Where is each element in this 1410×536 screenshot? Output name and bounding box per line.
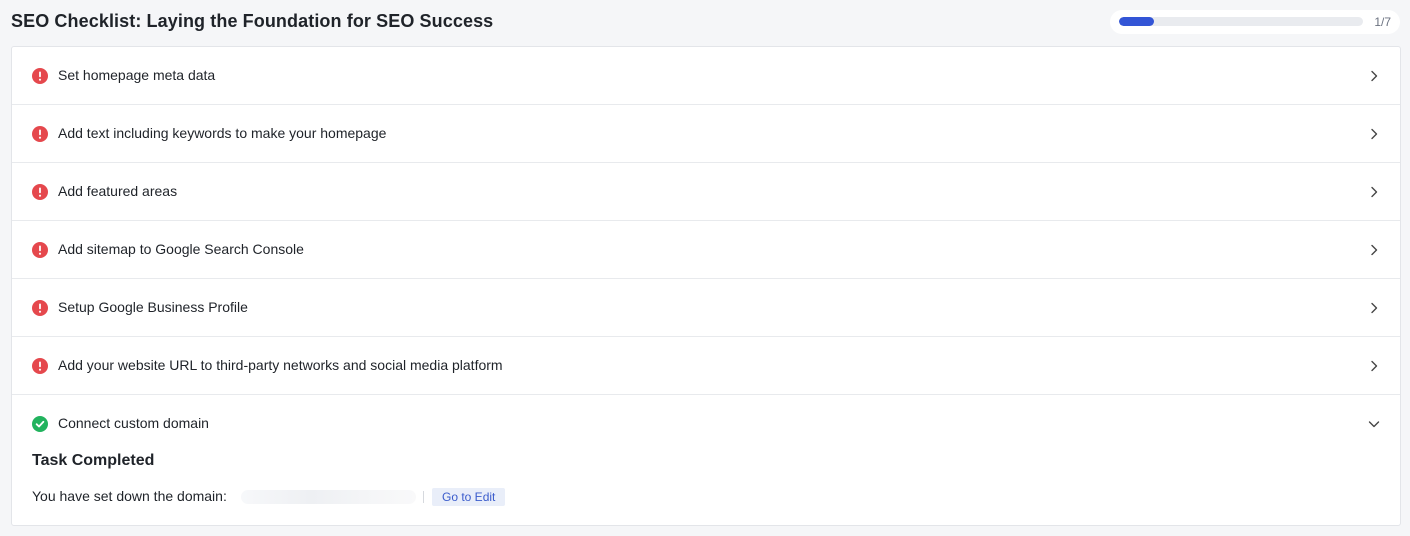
checklist-item-third-party-networks[interactable]: Add your website URL to third-party netw… [12,337,1400,395]
checklist-item-business-profile[interactable]: Setup Google Business Profile [12,279,1400,337]
divider [423,491,424,503]
chevron-down-icon[interactable] [1368,418,1380,430]
checklist-item-homepage-meta[interactable]: Set homepage meta data [12,47,1400,105]
chevron-right-icon[interactable] [1368,70,1380,82]
checklist-item-homepage-keywords[interactable]: Add text including keywords to make your… [12,105,1400,163]
checklist-item-label: Connect custom domain [58,415,209,431]
checklist-item-label: Add text including keywords to make your… [58,125,387,141]
domain-description: You have set down the domain: [32,488,227,504]
checklist-item-label: Add featured areas [58,183,178,199]
checklist-item-sitemap[interactable]: Add sitemap to Google Search Console [12,221,1400,279]
progress-fill [1119,17,1154,26]
chevron-right-icon[interactable] [1368,244,1380,256]
checklist-item-label: Setup Google Business Profile [58,299,248,315]
page-title: SEO Checklist: Laying the Foundation for… [11,11,494,31]
checklist-item-custom-domain[interactable]: Connect custom domain Task Completed You… [12,395,1400,527]
checklist-item-label: Set homepage meta data [58,67,216,83]
chevron-right-icon[interactable] [1368,186,1380,198]
checklist-item-label: Add your website URL to third-party netw… [58,357,503,373]
alert-circle-icon [32,126,48,142]
alert-circle-icon [32,300,48,316]
checklist-item-label: Add sitemap to Google Search Console [58,241,304,257]
progress-track [1119,17,1363,26]
check-circle-icon [32,416,48,432]
checklist-item-featured-areas[interactable]: Add featured areas [12,163,1400,221]
progress-count: 1/7 [1374,15,1391,29]
domain-value-redacted [241,490,416,504]
checklist-card: Set homepage meta data Add text includin… [11,46,1401,526]
progress-indicator: 1/7 [1110,10,1400,34]
chevron-right-icon[interactable] [1368,360,1380,372]
alert-circle-icon [32,68,48,84]
chevron-right-icon[interactable] [1368,302,1380,314]
alert-circle-icon [32,242,48,258]
task-completed-title: Task Completed [32,452,155,469]
alert-circle-icon [32,184,48,200]
chevron-right-icon[interactable] [1368,128,1380,140]
go-to-edit-button[interactable]: Go to Edit [432,488,506,506]
page-header: SEO Checklist: Laying the Foundation for… [0,0,1410,46]
alert-circle-icon [32,358,48,374]
